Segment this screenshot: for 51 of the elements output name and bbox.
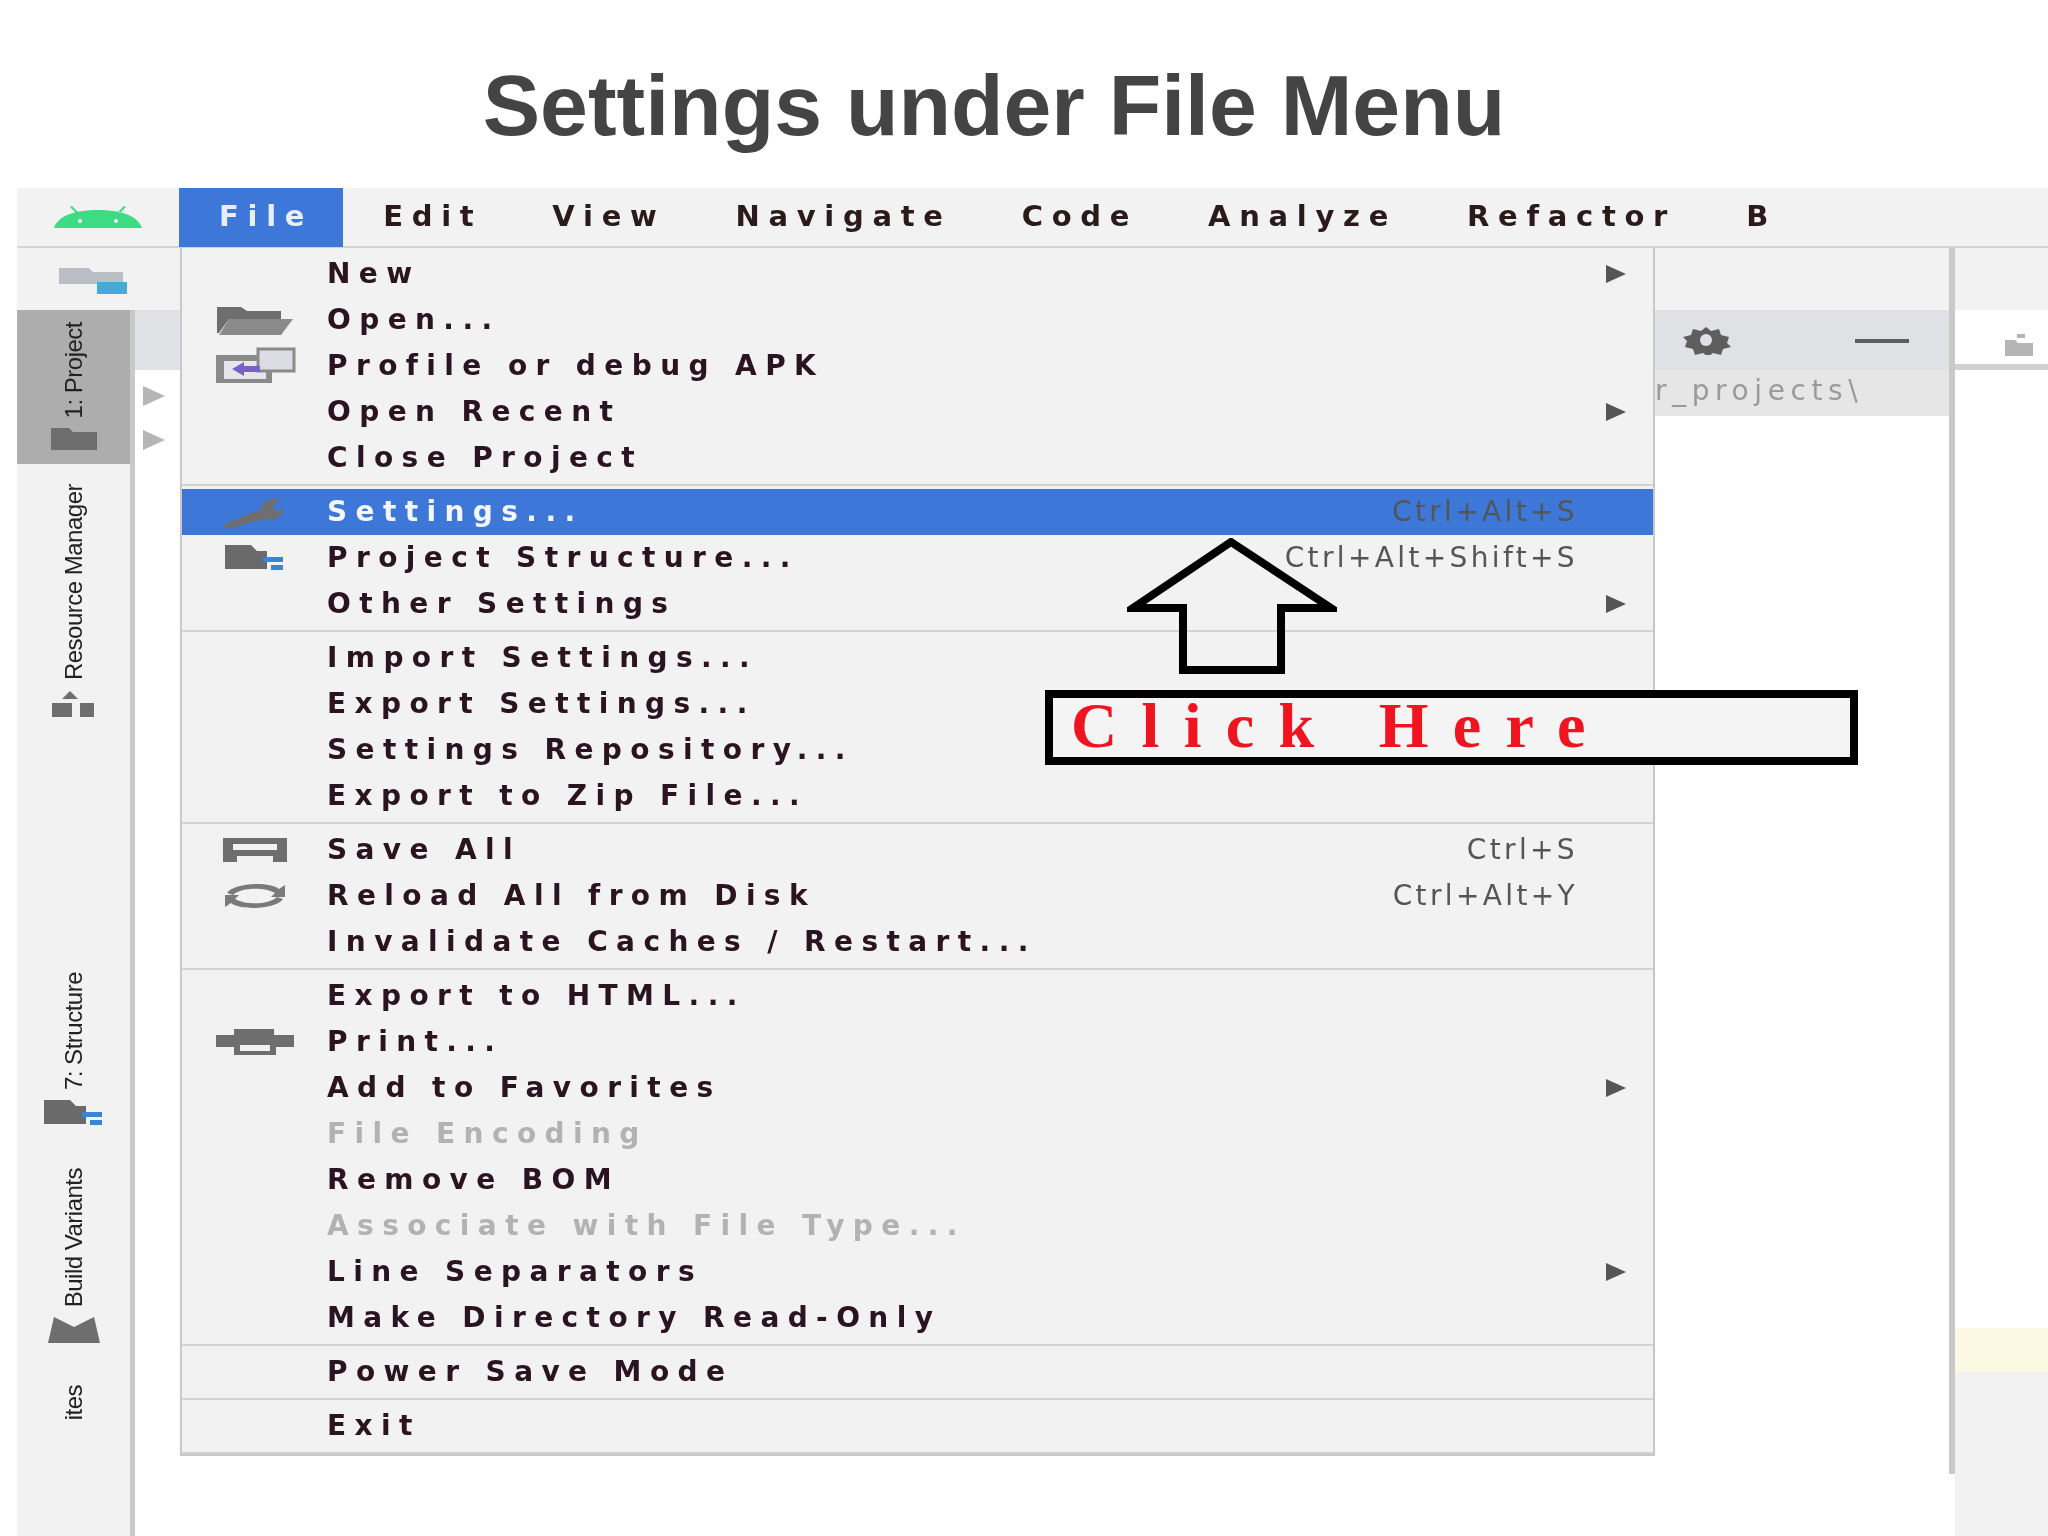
menu-bar-item[interactable]: Code	[981, 188, 1169, 247]
menu-item[interactable]: Reload All from Disk Ctrl+Alt+Y	[182, 873, 1653, 919]
printer-icon	[213, 1027, 296, 1057]
tool-window-tab[interactable]: ites	[17, 1372, 130, 1421]
menu-bar-item[interactable]: View	[512, 188, 696, 247]
menu-item[interactable]: Export to HTML...	[182, 973, 776, 1019]
page-title: Settings under File Menu	[481, 56, 1507, 155]
menu-item[interactable]: Settings... Ctrl+Alt+S	[182, 489, 1653, 535]
tool-window-tab[interactable]: 7: Structure	[17, 959, 130, 1140]
menu-bar-item[interactable]: Refactor	[1427, 188, 1707, 247]
menu-bar-item[interactable]: File	[179, 188, 344, 247]
file-icon[interactable]	[2003, 333, 2033, 356]
build-variants-icon	[45, 1314, 102, 1345]
menu-item[interactable]: Open...	[182, 297, 531, 343]
menu-item[interactable]: Print...	[182, 1019, 534, 1065]
minimize-icon[interactable]	[1855, 338, 1909, 343]
folder-icon	[48, 426, 99, 453]
menu-item[interactable]: Settings Repository...	[182, 727, 884, 773]
menu-bar-item[interactable]: Analyze	[1168, 188, 1428, 247]
menu-item[interactable]: Export Settings...	[182, 681, 786, 727]
menu-item[interactable]: Add to Favorites	[182, 1065, 1653, 1111]
menu-bar-item[interactable]: Edit	[343, 188, 513, 247]
tool-window-tab[interactable]: Build Variants	[17, 1155, 130, 1357]
menu-item[interactable]: Export to Zip File...	[182, 773, 839, 819]
menu-item[interactable]: Invalidate Caches / Restart...	[182, 919, 1067, 965]
menu-item[interactable]: Project Structure... Ctrl+Alt+Shift+S	[182, 535, 1653, 581]
menu-item[interactable]: Open Recent	[182, 389, 1653, 435]
menu-item[interactable]: Save All Ctrl+S	[182, 827, 1653, 873]
menu-item[interactable]: Other Settings	[182, 581, 1653, 627]
save-icon	[220, 836, 289, 864]
shortcut-text: Ctrl+Alt+S	[1391, 494, 1578, 530]
tool-window-tab[interactable]: 1: Project	[17, 310, 130, 465]
menu-item[interactable]: Close Project	[182, 435, 674, 481]
tool-window-tab[interactable]: Resource Manager	[17, 472, 130, 735]
apk-icon	[213, 347, 296, 385]
shortcut-text: Ctrl+Alt+Shift+S	[1284, 540, 1578, 576]
menu-item[interactable]: Line Separators	[182, 1249, 1653, 1295]
menu-item[interactable]: Make Directory Read-Only	[182, 1295, 972, 1341]
menu-item[interactable]: Import Settings...	[182, 635, 789, 681]
menu-bar-item[interactable]: Navigate	[695, 188, 982, 247]
panel-header	[135, 310, 180, 370]
shortcut-text: Ctrl+Alt+Y	[1392, 878, 1578, 914]
menu-item[interactable]: Profile or debug APK	[182, 343, 855, 389]
menu-item[interactable]: Remove BOM	[182, 1157, 650, 1203]
callout-label: Click Here	[1045, 690, 1858, 765]
path-text: r_projects\	[1655, 370, 1949, 416]
shortcut-text: Ctrl+S	[1466, 832, 1578, 868]
menu-item[interactable]: New	[182, 251, 1653, 297]
menu-item[interactable]: Exit	[182, 1403, 451, 1449]
menu-bar-item[interactable]: B	[1706, 188, 1807, 247]
menu-item[interactable]: Power Save Mode	[182, 1349, 764, 1395]
